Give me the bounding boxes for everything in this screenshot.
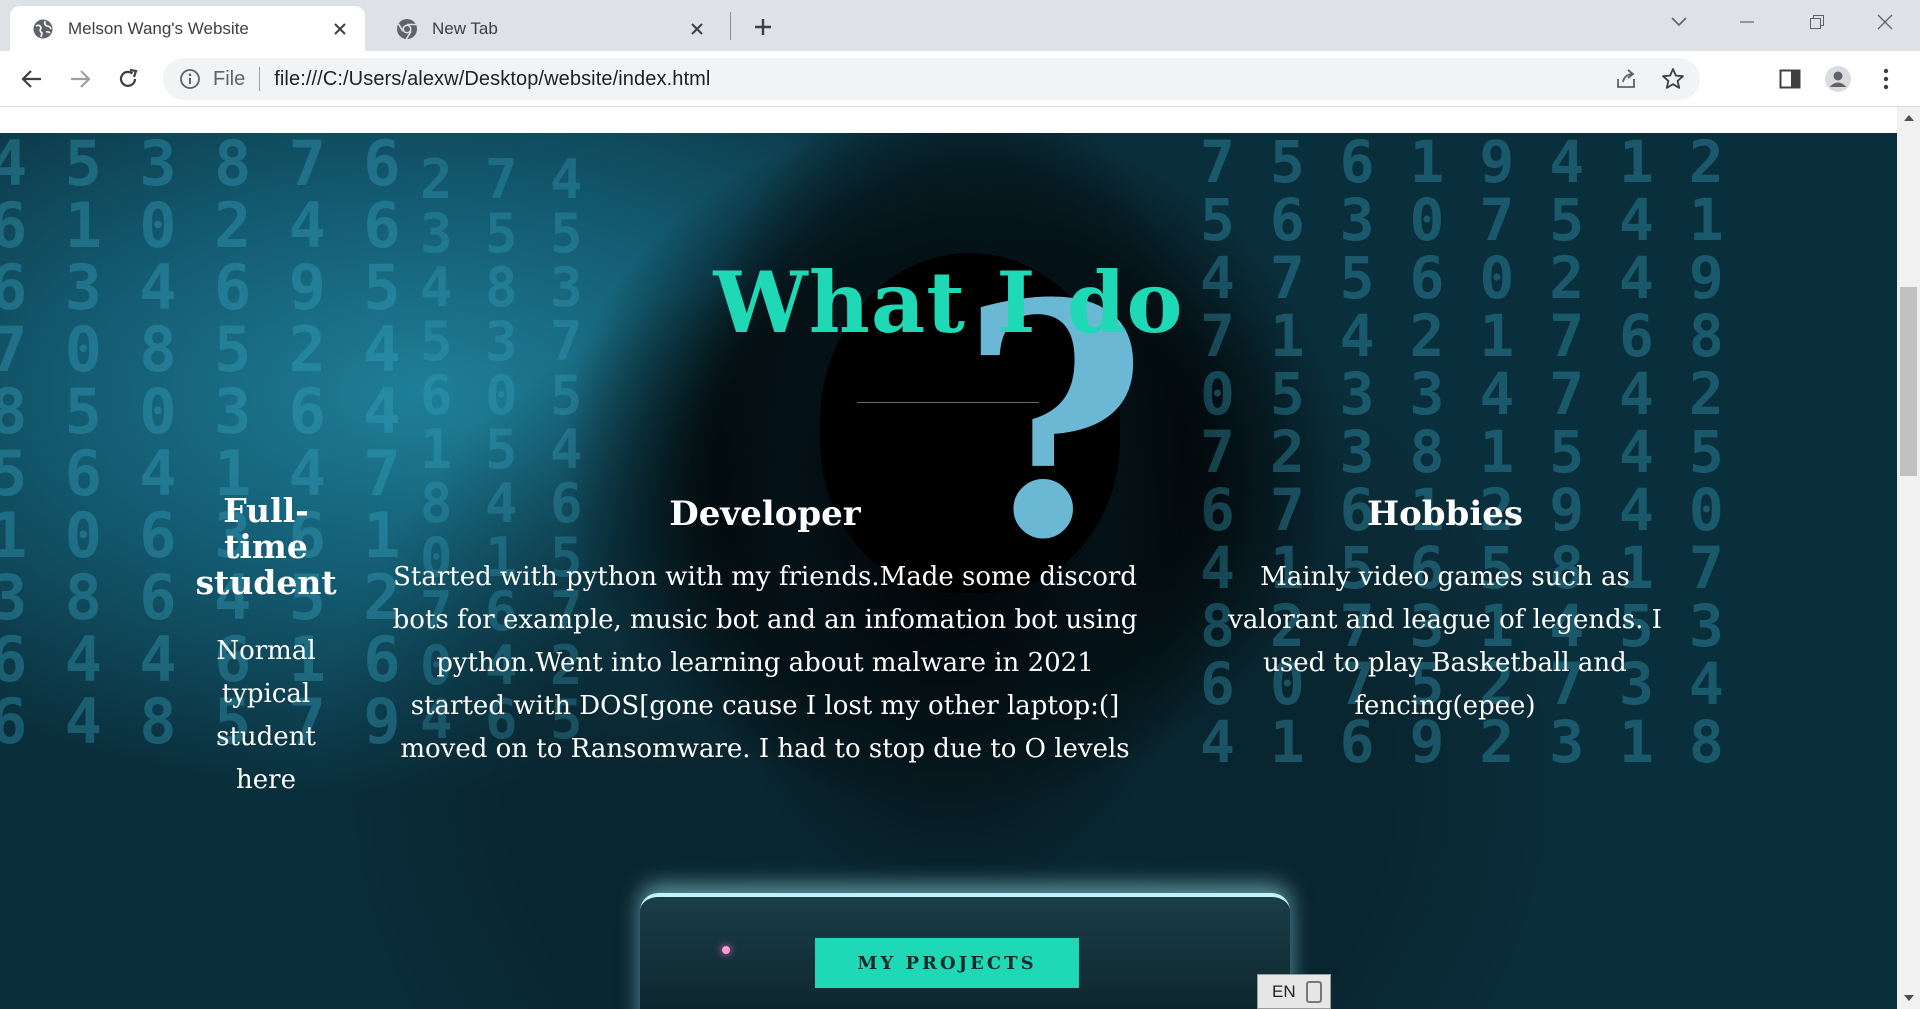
close-tab-icon[interactable] [686, 18, 708, 40]
url-text[interactable]: file:///C:/Users/alexw/Desktop/website/i… [274, 68, 710, 91]
minimize-button[interactable] [1724, 0, 1770, 44]
bookmark-star-icon[interactable] [1660, 66, 1686, 92]
title-divider [857, 402, 1039, 403]
keyboard-icon [1305, 980, 1322, 1003]
tab-search-button[interactable] [1656, 0, 1702, 44]
what-i-do-section: 4 5 3 8 7 6 6 1 0 2 4 6 6 3 4 6 9 5 7 0 … [0, 133, 1897, 1009]
omnibox-divider [259, 67, 261, 91]
info-icon[interactable] [179, 68, 201, 90]
kebab-menu-icon [1883, 68, 1889, 90]
column-text-hobbies: Mainly video games such as valorant and … [1228, 562, 1662, 721]
column-title-hobbies: Hobbies [1366, 494, 1524, 534]
tab-strip: Melson Wang's Website New Tab [0, 0, 1920, 51]
profile-button[interactable] [1822, 63, 1854, 95]
column-title-student: Full-time student [195, 491, 337, 602]
tab-title: Melson Wang's Website [68, 18, 249, 38]
my-projects-button[interactable]: MY PROJECTS [815, 938, 1079, 988]
restore-icon [1810, 15, 1824, 29]
plus-icon [755, 19, 771, 35]
reload-button[interactable] [112, 63, 144, 95]
vertical-scrollbar[interactable] [1897, 107, 1920, 1009]
chevron-down-icon [1671, 17, 1687, 27]
arrow-left-icon [21, 70, 41, 88]
scroll-up-arrow-icon[interactable] [1897, 107, 1920, 129]
side-panel-icon [1779, 69, 1801, 89]
language-label: EN [1272, 981, 1296, 1001]
chrome-icon [396, 18, 418, 40]
close-tab-icon[interactable] [329, 18, 351, 40]
tab-new-tab[interactable]: New Tab [374, 6, 722, 51]
column-text-student: Normal typical student here [216, 636, 316, 795]
avatar-icon [1825, 66, 1851, 92]
globe-icon [32, 18, 54, 40]
scroll-thumb[interactable] [1900, 287, 1917, 476]
tab-title: New Tab [432, 18, 498, 38]
close-window-button[interactable] [1862, 0, 1908, 44]
close-icon [1877, 14, 1893, 30]
column-text-developer: Started with python with my friends.Made… [392, 562, 1138, 764]
column-title-developer: Developer [669, 494, 861, 534]
side-panel-button[interactable] [1774, 63, 1806, 95]
share-icon[interactable] [1614, 67, 1638, 91]
reload-icon [119, 68, 138, 87]
arrow-right-icon [71, 70, 91, 88]
address-bar[interactable]: File file:///C:/Users/alexw/Desktop/webs… [163, 58, 1700, 100]
browser-toolbar: File file:///C:/Users/alexw/Desktop/webs… [0, 51, 1920, 107]
section-title: What I do [713, 253, 1184, 352]
back-button[interactable] [16, 63, 48, 95]
page-viewport: 4 5 3 8 7 6 6 1 0 2 4 6 6 3 4 6 9 5 7 0 … [0, 107, 1897, 1009]
forward-button[interactable] [64, 63, 96, 95]
scheme-label: File [213, 67, 246, 90]
language-indicator[interactable]: EN [1257, 974, 1331, 1009]
scroll-down-arrow-icon[interactable] [1897, 987, 1920, 1009]
minimize-icon [1740, 21, 1754, 23]
menu-button[interactable] [1870, 63, 1902, 95]
restore-button[interactable] [1794, 0, 1840, 44]
laptop-led [722, 946, 730, 954]
tab-melson-website[interactable]: Melson Wang's Website [10, 6, 365, 51]
tab-separator [730, 12, 731, 40]
new-tab-button[interactable] [748, 12, 778, 42]
